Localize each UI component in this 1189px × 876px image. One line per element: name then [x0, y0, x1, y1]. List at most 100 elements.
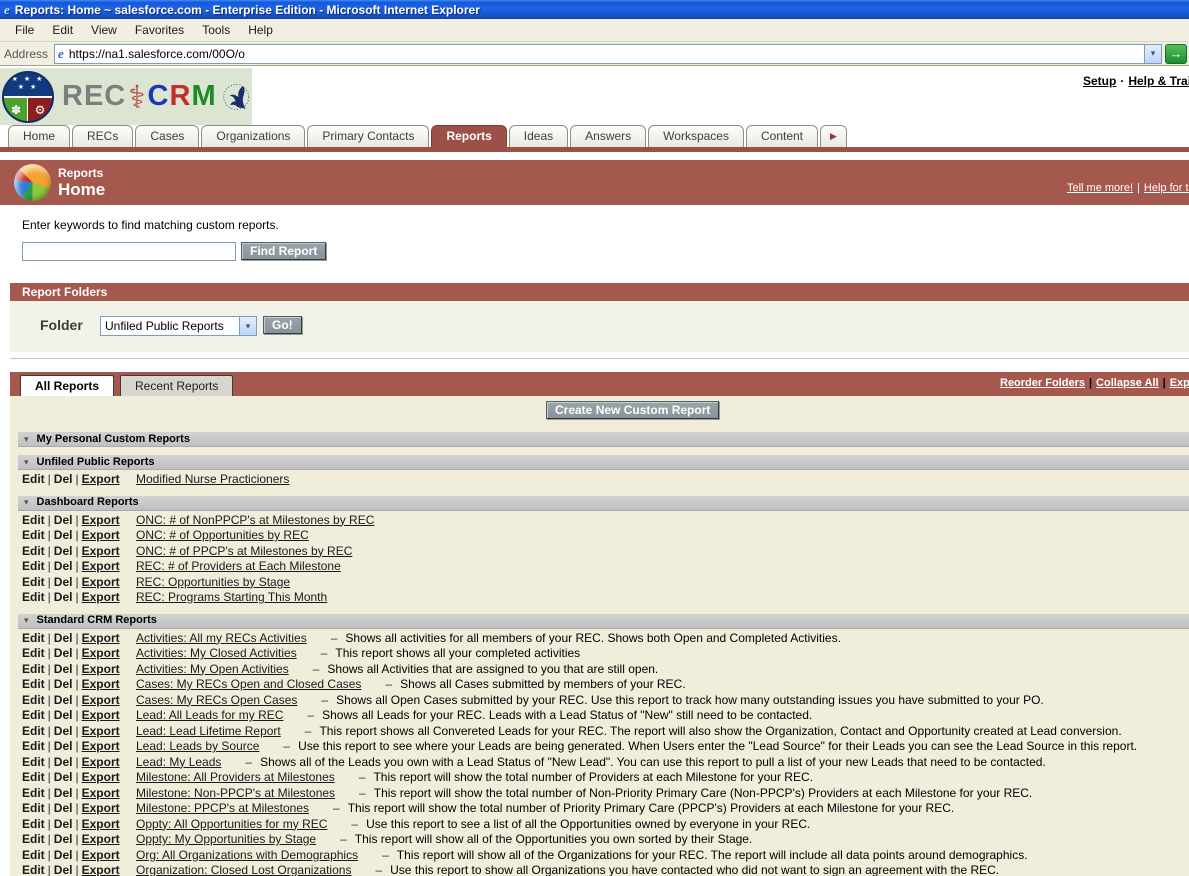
del-link[interactable]: Del	[54, 590, 73, 604]
del-link[interactable]: Del	[54, 863, 73, 876]
collapse-arrow-icon[interactable]: ▾	[24, 613, 29, 628]
report-link[interactable]: Cases: My RECs Open Cases	[136, 693, 297, 707]
report-link[interactable]: Milestone: All Providers at Milestones	[136, 770, 335, 784]
report-link[interactable]: Lead: Leads by Source	[136, 739, 259, 753]
del-link[interactable]: Del	[54, 832, 73, 846]
reorder-folders-link[interactable]: Reorder Folders	[1000, 377, 1085, 389]
report-link[interactable]: REC: Programs Starting This Month	[136, 590, 327, 604]
tab-primary-contacts[interactable]: Primary Contacts	[307, 125, 430, 147]
edit-link[interactable]: Edit	[22, 544, 45, 558]
help-for-this-page-link[interactable]: Help for this Page	[1144, 182, 1189, 194]
menu-file[interactable]: File	[6, 23, 43, 37]
report-link[interactable]: Cases: My RECs Open and Closed Cases	[136, 677, 361, 691]
report-link[interactable]: ONC: # of PPCP's at Milestones by REC	[136, 544, 352, 558]
edit-link[interactable]: Edit	[22, 786, 45, 800]
del-link[interactable]: Del	[54, 848, 73, 862]
del-link[interactable]: Del	[54, 472, 73, 486]
del-link[interactable]: Del	[54, 724, 73, 738]
del-link[interactable]: Del	[54, 513, 73, 527]
edit-link[interactable]: Edit	[22, 472, 45, 486]
tab-workspaces[interactable]: Workspaces	[648, 125, 744, 147]
del-link[interactable]: Del	[54, 646, 73, 660]
report-link[interactable]: Org: All Organizations with Demographics	[136, 848, 358, 862]
edit-link[interactable]: Edit	[22, 528, 45, 542]
report-link[interactable]: REC: Opportunities by Stage	[136, 575, 290, 589]
del-link[interactable]: Del	[54, 677, 73, 691]
tab-recs[interactable]: RECs	[72, 125, 134, 147]
edit-link[interactable]: Edit	[22, 770, 45, 784]
report-link[interactable]: Activities: My Open Activities	[136, 662, 289, 676]
del-link[interactable]: Del	[54, 544, 73, 558]
export-link[interactable]: Export	[82, 708, 120, 722]
del-link[interactable]: Del	[54, 631, 73, 645]
search-input[interactable]	[22, 242, 236, 261]
tab-all-reports[interactable]: All Reports	[20, 375, 115, 396]
report-link[interactable]: REC: # of Providers at Each Milestone	[136, 559, 341, 573]
menu-view[interactable]: View	[82, 23, 126, 37]
export-link[interactable]: Export	[82, 590, 120, 604]
del-link[interactable]: Del	[54, 755, 73, 769]
edit-link[interactable]: Edit	[22, 863, 45, 876]
edit-link[interactable]: Edit	[22, 677, 45, 691]
report-link[interactable]: Oppty: All Opportunities for my REC	[136, 817, 327, 831]
edit-link[interactable]: Edit	[22, 575, 45, 589]
section-header[interactable]: ▾ Standard CRM Reports	[18, 613, 1189, 629]
edit-link[interactable]: Edit	[22, 631, 45, 645]
del-link[interactable]: Del	[54, 693, 73, 707]
address-dropdown-button[interactable]: ▾	[1144, 44, 1161, 63]
report-link[interactable]: Milestone: PPCP's at Milestones	[136, 801, 309, 815]
export-link[interactable]: Export	[82, 848, 120, 862]
more-tabs-button[interactable]: ▶	[820, 125, 847, 147]
export-link[interactable]: Export	[82, 513, 120, 527]
report-link[interactable]: Oppty: My Opportunities by Stage	[136, 832, 316, 846]
tab-recent-reports[interactable]: Recent Reports	[120, 375, 234, 396]
export-link[interactable]: Export	[82, 528, 120, 542]
folder-select[interactable]: Unfiled Public Reports ▾	[100, 316, 257, 336]
export-link[interactable]: Export	[82, 832, 120, 846]
del-link[interactable]: Del	[54, 817, 73, 831]
export-link[interactable]: Export	[82, 631, 120, 645]
edit-link[interactable]: Edit	[22, 755, 45, 769]
export-link[interactable]: Export	[82, 724, 120, 738]
del-link[interactable]: Del	[54, 575, 73, 589]
report-link[interactable]: Activities: All my RECs Activities	[136, 631, 307, 645]
report-link[interactable]: Lead: All Leads for my REC	[136, 708, 283, 722]
report-link[interactable]: Modified Nurse Practicioners	[136, 472, 289, 486]
tab-reports[interactable]: Reports	[431, 125, 507, 147]
folder-go-button[interactable]: Go!	[263, 316, 302, 334]
export-link[interactable]: Export	[82, 863, 120, 876]
tab-cases[interactable]: Cases	[135, 125, 200, 147]
tell-me-more-link[interactable]: Tell me more!	[1067, 182, 1133, 194]
report-link[interactable]: ONC: # of Opportunities by REC	[136, 528, 309, 542]
edit-link[interactable]: Edit	[22, 559, 45, 573]
export-link[interactable]: Export	[82, 770, 120, 784]
edit-link[interactable]: Edit	[22, 848, 45, 862]
report-link[interactable]: Lead: My Leads	[136, 755, 221, 769]
edit-link[interactable]: Edit	[22, 724, 45, 738]
export-link[interactable]: Export	[82, 646, 120, 660]
menu-help[interactable]: Help	[239, 23, 282, 37]
export-link[interactable]: Export	[82, 786, 120, 800]
edit-link[interactable]: Edit	[22, 817, 45, 831]
edit-link[interactable]: Edit	[22, 801, 45, 815]
folder-select-arrow[interactable]: ▾	[239, 317, 256, 335]
del-link[interactable]: Del	[54, 801, 73, 815]
export-link[interactable]: Export	[82, 755, 120, 769]
report-link[interactable]: Lead: Lead Lifetime Report	[136, 724, 281, 738]
collapse-all-link[interactable]: Collapse All	[1096, 377, 1159, 389]
report-link[interactable]: Milestone: Non-PPCP's at Milestones	[136, 786, 335, 800]
edit-link[interactable]: Edit	[22, 739, 45, 753]
menu-tools[interactable]: Tools	[193, 23, 239, 37]
tab-content[interactable]: Content	[745, 125, 819, 147]
edit-link[interactable]: Edit	[22, 832, 45, 846]
edit-link[interactable]: Edit	[22, 590, 45, 604]
address-input[interactable]: e https://na1.salesforce.com/00O/o ▾	[54, 43, 1162, 64]
edit-link[interactable]: Edit	[22, 513, 45, 527]
section-header[interactable]: ▾ Unfiled Public Reports	[18, 455, 1189, 470]
tab-ideas[interactable]: Ideas	[508, 125, 569, 147]
edit-link[interactable]: Edit	[22, 708, 45, 722]
create-new-custom-report-button[interactable]: Create New Custom Report	[546, 401, 720, 419]
export-link[interactable]: Export	[82, 662, 120, 676]
collapse-arrow-icon[interactable]: ▾	[24, 495, 29, 510]
section-header[interactable]: ▾ Dashboard Reports	[18, 495, 1189, 511]
